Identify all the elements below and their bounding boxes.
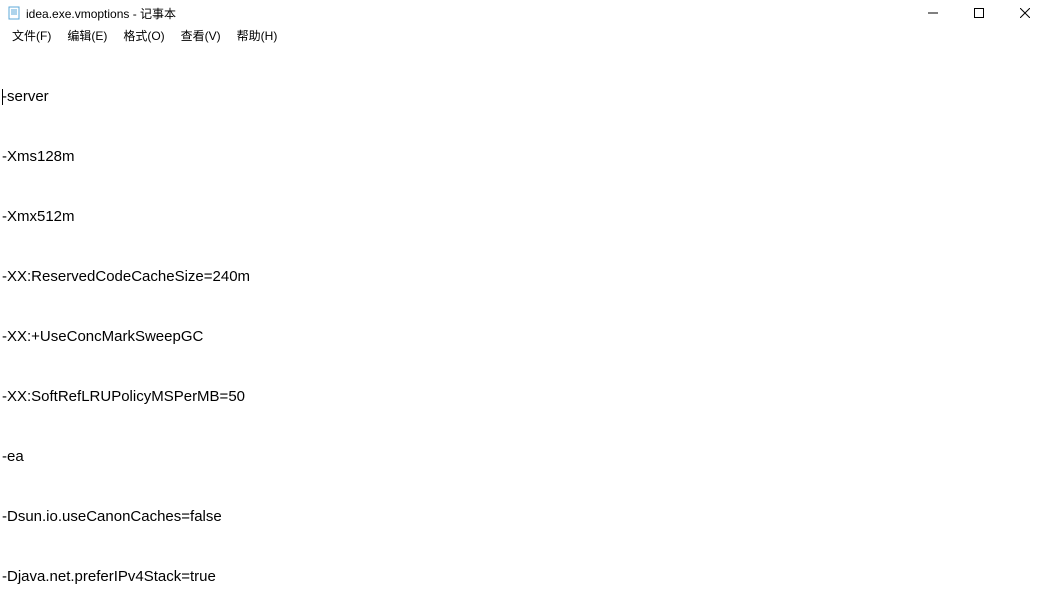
editor-line: -Xmx512m (2, 207, 1044, 227)
menu-file[interactable]: 文件(F) (4, 26, 59, 45)
menu-help[interactable]: 帮助(H) (229, 26, 286, 45)
menu-format[interactable]: 格式(O) (115, 26, 172, 45)
editor-line: -server (2, 87, 1044, 107)
menu-view[interactable]: 查看(V) (173, 26, 229, 45)
minimize-button[interactable] (910, 0, 956, 26)
editor-line: -Djava.net.preferIPv4Stack=true (2, 567, 1044, 587)
maximize-button[interactable] (956, 0, 1002, 26)
editor-line: -Dsun.io.useCanonCaches=false (2, 507, 1044, 527)
editor-line: -XX:ReservedCodeCacheSize=240m (2, 267, 1044, 287)
editor-line: -XX:+UseConcMarkSweepGC (2, 327, 1044, 347)
notepad-icon (6, 5, 22, 21)
editor-line: -XX:SoftRefLRUPolicyMSPerMB=50 (2, 387, 1044, 407)
editor-line: -ea (2, 447, 1044, 467)
menubar: 文件(F) 编辑(E) 格式(O) 查看(V) 帮助(H) (0, 26, 1048, 45)
close-button[interactable] (1002, 0, 1048, 26)
titlebar: idea.exe.vmoptions - 记事本 (0, 0, 1048, 26)
editor-line: -Xms128m (2, 147, 1044, 167)
menu-edit[interactable]: 编辑(E) (59, 26, 115, 45)
text-editor-area[interactable]: -server -Xms128m -Xmx512m -XX:ReservedCo… (0, 45, 1048, 591)
window-title: idea.exe.vmoptions - 记事本 (26, 5, 176, 22)
window-controls (910, 0, 1048, 26)
